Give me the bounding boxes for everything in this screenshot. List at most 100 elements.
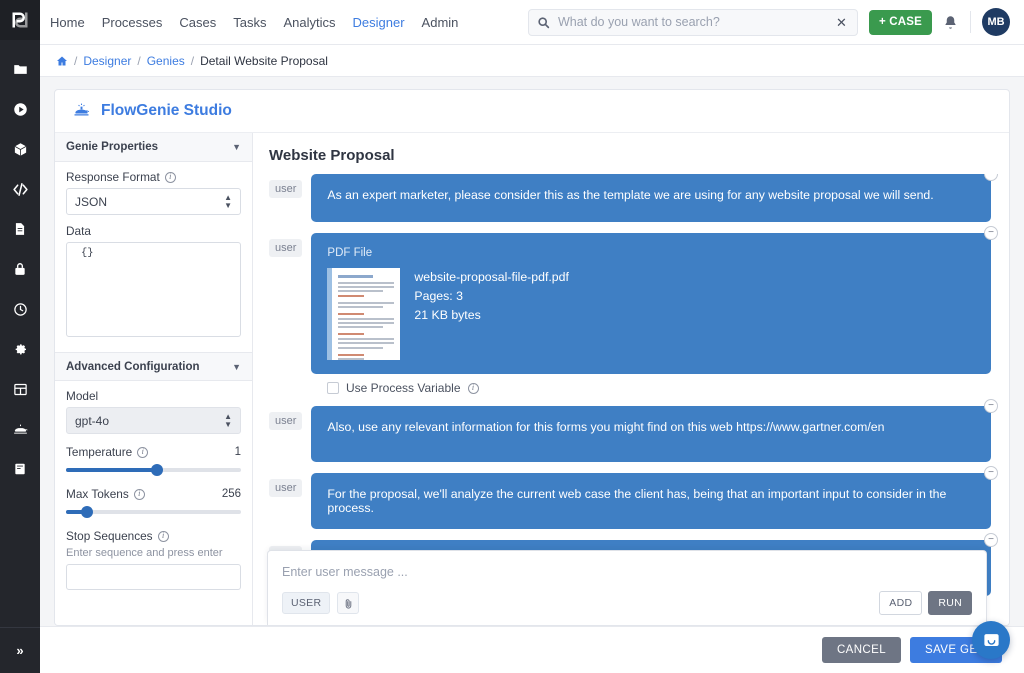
info-icon[interactable]: i (468, 383, 479, 394)
canvas: FlowGenie Studio Genie Properties ▼ Resp… (40, 77, 1024, 626)
app-logo[interactable] (0, 0, 40, 40)
breadcrumb-item-designer[interactable]: Designer (83, 54, 131, 68)
message-role-badge[interactable]: user (269, 239, 302, 257)
sidebar-item-tables[interactable] (7, 376, 33, 402)
accordion-genie-properties-label: Genie Properties (66, 141, 158, 153)
info-icon[interactable]: i (134, 489, 145, 500)
top-bar-right: ✕ + CASE MB (528, 8, 1010, 36)
cancel-button[interactable]: CANCEL (822, 637, 901, 663)
nav-item-tasks[interactable]: Tasks (233, 15, 266, 30)
use-process-variable-label: Use Process Variable (346, 381, 461, 395)
thumb-line (338, 326, 383, 328)
accordion-genie-properties[interactable]: Genie Properties ▼ (55, 133, 252, 162)
pdf-file-label: PDF File (327, 247, 975, 259)
pdf-thumbnail[interactable] (327, 268, 400, 360)
message-bubble-file[interactable]: PDF File (311, 233, 991, 374)
remove-message-button[interactable]: − (984, 466, 998, 480)
attach-file-button[interactable] (337, 592, 359, 614)
temperature-value: 1 (235, 446, 241, 458)
search-box[interactable]: ✕ (528, 9, 858, 36)
run-button[interactable]: RUN (928, 591, 972, 615)
sidebar-item-code[interactable] (7, 176, 33, 202)
message-role-badge[interactable]: user (269, 180, 302, 198)
composer-role-button[interactable]: USER (282, 592, 330, 614)
clear-search-icon[interactable]: ✕ (834, 16, 849, 29)
accordion-advanced-configuration[interactable]: Advanced Configuration ▼ (55, 352, 252, 381)
genie-properties-body: Response Format i JSON ▲▼ Data {} (55, 162, 252, 352)
code-icon (12, 181, 29, 198)
info-icon[interactable]: i (137, 447, 148, 458)
user-avatar[interactable]: MB (982, 8, 1010, 36)
temperature-slider[interactable] (66, 463, 241, 477)
sidebar-item-settings[interactable] (7, 336, 33, 362)
response-format-select[interactable]: JSON ▲▼ (66, 188, 241, 215)
studio-header: FlowGenie Studio (55, 90, 1009, 133)
chat-widget-button[interactable] (972, 621, 1010, 659)
message-text: As an expert marketer, please consider t… (327, 188, 933, 202)
search-icon (537, 15, 551, 29)
nav-item-designer[interactable]: Designer (353, 15, 405, 30)
left-rail: » (0, 0, 40, 673)
info-icon[interactable]: i (158, 531, 169, 542)
composer-toolbar: USER ADD RUN (282, 591, 972, 615)
sidebar-item-package[interactable] (7, 136, 33, 162)
data-textarea[interactable]: {} (66, 242, 241, 337)
add-case-button[interactable]: + CASE (869, 10, 932, 35)
sidebar-item-processes[interactable] (7, 96, 33, 122)
sidebar-item-genies[interactable] (7, 416, 33, 442)
breadcrumb-item-current: Detail Website Proposal (200, 54, 328, 68)
pdf-file-row: website-proposal-file-pdf.pdf Pages: 3 2… (327, 268, 975, 360)
stop-sequences-input[interactable] (66, 564, 241, 590)
thumb-line (338, 302, 394, 304)
message-bubble[interactable]: For the proposal, we'll analyze the curr… (311, 473, 991, 529)
thumb-line (338, 322, 394, 324)
nav-item-analytics[interactable]: Analytics (283, 15, 335, 30)
composer-input[interactable] (282, 565, 972, 579)
document-icon (13, 222, 27, 236)
breadcrumb-item-genies[interactable]: Genies (147, 54, 185, 68)
remove-message-button[interactable]: − (984, 399, 998, 413)
message-role-badge[interactable]: user (269, 412, 302, 430)
message-role-badge[interactable]: user (269, 479, 302, 497)
nav-item-cases[interactable]: Cases (179, 15, 216, 30)
nav-item-processes[interactable]: Processes (102, 15, 163, 30)
sidebar-item-library[interactable] (7, 456, 33, 482)
nav-item-admin[interactable]: Admin (422, 15, 459, 30)
page-title: Website Proposal (253, 133, 1009, 174)
temperature-label: Temperature (66, 445, 132, 459)
studio-body: Genie Properties ▼ Response Format i JSO… (55, 133, 1009, 625)
message-bubble[interactable]: As an expert marketer, please consider t… (311, 174, 991, 222)
remove-message-button[interactable]: − (984, 174, 998, 181)
max-tokens-slider[interactable] (66, 505, 241, 519)
properties-panel: Genie Properties ▼ Response Format i JSO… (55, 133, 253, 625)
add-message-button[interactable]: ADD (879, 591, 922, 615)
chevron-down-icon: ▼ (232, 142, 241, 152)
message-bubble[interactable]: Also, use any relevant information for t… (311, 406, 991, 462)
thumb-line (338, 295, 363, 297)
home-icon[interactable] (56, 55, 68, 67)
use-process-variable-checkbox[interactable] (327, 382, 339, 394)
info-icon[interactable]: i (165, 172, 176, 183)
remove-message-button[interactable]: − (984, 533, 998, 547)
rail-expand-button[interactable]: » (0, 627, 40, 673)
box-icon (13, 142, 28, 157)
slider-knob[interactable] (151, 464, 163, 476)
notifications-bell-icon[interactable] (943, 14, 959, 30)
thumb-line (338, 286, 394, 288)
sidebar-item-history[interactable] (7, 296, 33, 322)
remove-message-button[interactable]: − (984, 226, 998, 240)
model-select[interactable]: gpt-4o ▲▼ (66, 407, 241, 434)
nav-item-home[interactable]: Home (50, 15, 85, 30)
sidebar-item-folder[interactable] (7, 56, 33, 82)
chevron-down-icon: ▼ (232, 362, 241, 372)
app-root: » Home Processes Cases Tasks Analytics D… (0, 0, 1024, 673)
search-input[interactable] (558, 15, 827, 29)
play-circle-icon (13, 102, 28, 117)
breadcrumb-separator-1: / (74, 54, 77, 68)
slider-knob[interactable] (81, 506, 93, 518)
sidebar-item-security[interactable] (7, 256, 33, 282)
model-label: Model (66, 389, 98, 403)
message-text: Also, use any relevant information for t… (327, 420, 884, 434)
sidebar-item-documents[interactable] (7, 216, 33, 242)
breadcrumb-separator-3: / (191, 54, 194, 68)
